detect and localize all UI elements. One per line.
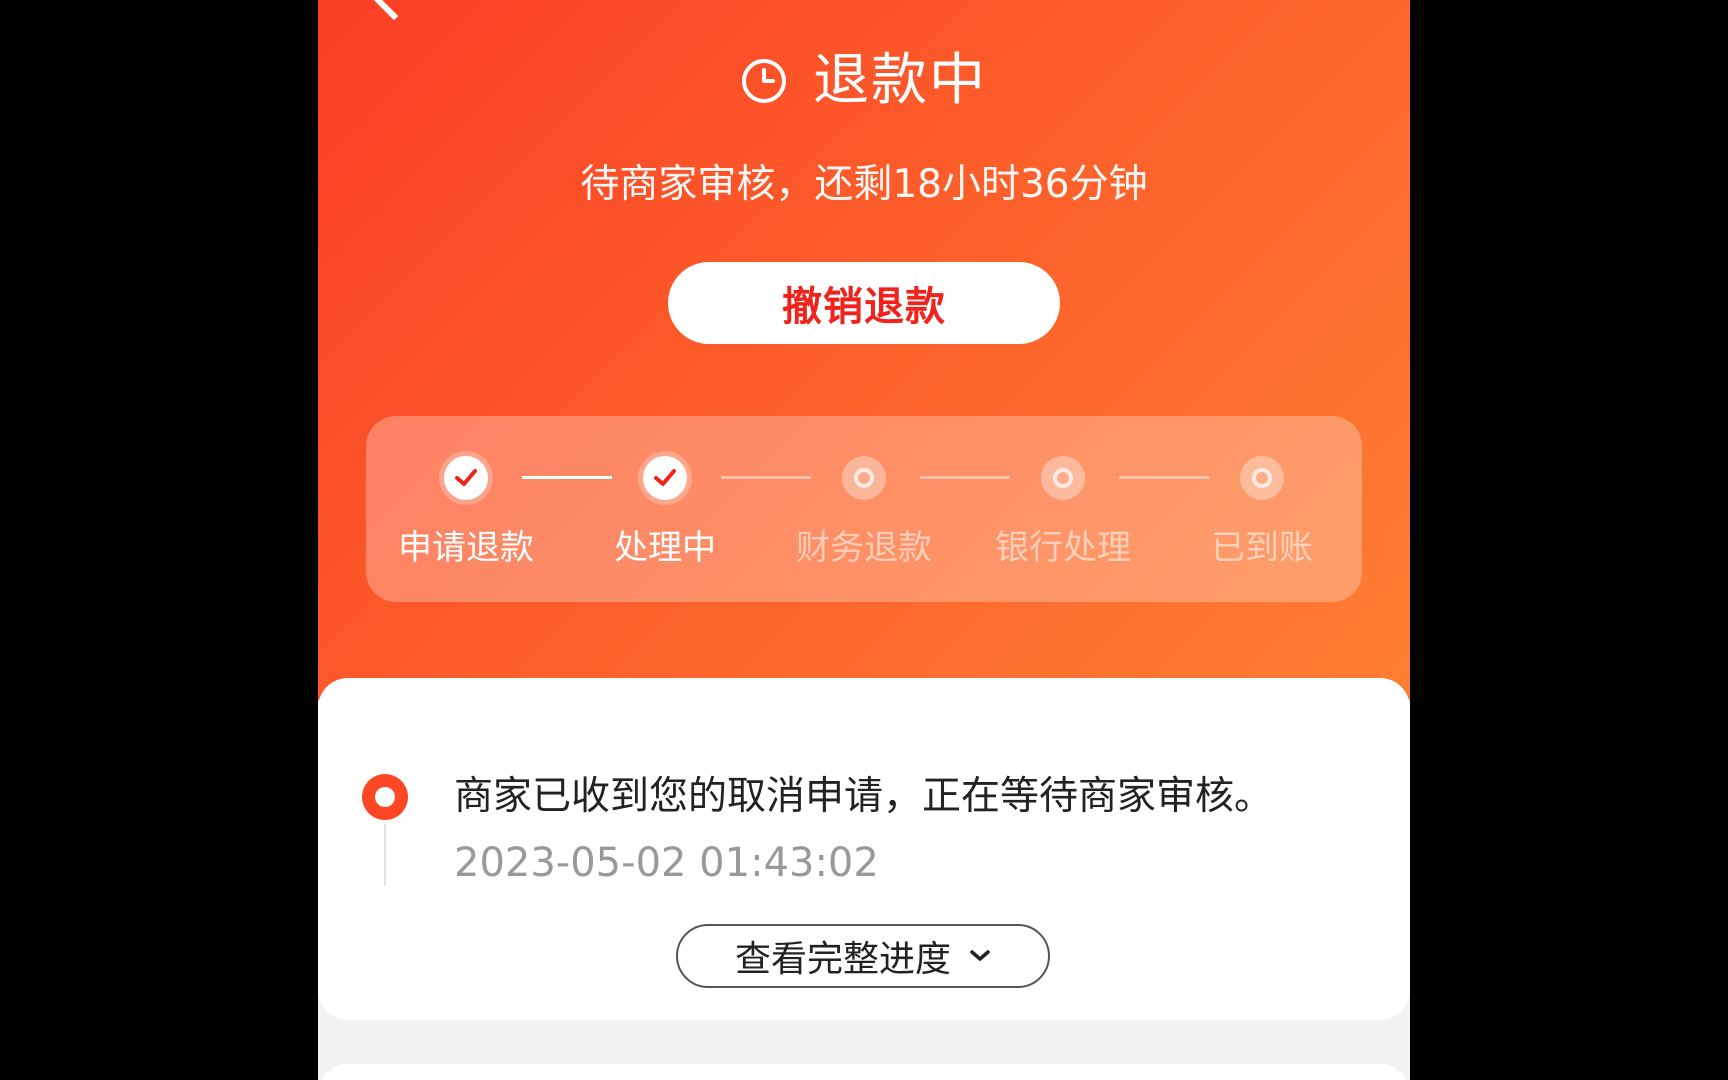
latest-event-time: 2023-05-02 01:43:02 — [454, 840, 879, 886]
progress-card: 商家已收到您的取消申请，正在等待商家审核。 2023-05-02 01:43:0… — [318, 678, 1410, 1020]
check-icon — [654, 469, 676, 486]
countdown-text: 待商家审核，还剩18小时36分钟 — [580, 162, 1148, 207]
timeline-line — [384, 824, 386, 886]
ring-dot-icon — [842, 456, 886, 500]
step-bank-processing: 银行处理 — [973, 416, 1153, 602]
step-apply-refund: 申请退款 — [376, 416, 556, 602]
clock-icon — [742, 59, 786, 103]
view-full-progress-button[interactable]: 查看完整进度 — [676, 924, 1050, 988]
ring-dot-icon — [1041, 456, 1085, 500]
step-done-indicator — [643, 456, 687, 500]
step-done-indicator — [444, 456, 488, 500]
status-header: 退款中 待商家审核，还剩18小时36分钟 撤销退款 申请退款 处理中 财务退款 … — [318, 0, 1410, 700]
step-label: 处理中 — [614, 528, 716, 568]
status-title-row: 退款中 — [318, 46, 1410, 116]
step-finance-refund: 财务退款 — [774, 416, 954, 602]
chevron-down-icon — [970, 950, 990, 961]
step-arrived: 已到账 — [1172, 416, 1352, 602]
step-processing: 处理中 — [575, 416, 755, 602]
step-label: 已到账 — [1211, 528, 1313, 568]
status-title: 退款中 — [813, 48, 987, 113]
step-label: 银行处理 — [995, 528, 1131, 568]
step-label: 申请退款 — [398, 528, 534, 568]
step-label: 财务退款 — [796, 528, 932, 568]
refund-detail-screen: 退款中 待商家审核，还剩18小时36分钟 撤销退款 申请退款 处理中 财务退款 … — [318, 0, 1410, 1080]
refund-steps: 申请退款 处理中 财务退款 银行处理 已到账 — [366, 416, 1362, 602]
timeline-current-dot-icon — [362, 774, 408, 820]
check-icon — [455, 469, 477, 486]
view-full-progress-label: 查看完整进度 — [734, 939, 951, 980]
cancel-refund-button[interactable]: 撤销退款 — [668, 262, 1060, 344]
latest-event-text: 商家已收到您的取消申请，正在等待商家审核。 — [454, 774, 1274, 819]
ring-dot-icon — [1240, 456, 1284, 500]
next-card — [318, 1064, 1410, 1080]
back-arrow-icon[interactable] — [365, 0, 423, 21]
